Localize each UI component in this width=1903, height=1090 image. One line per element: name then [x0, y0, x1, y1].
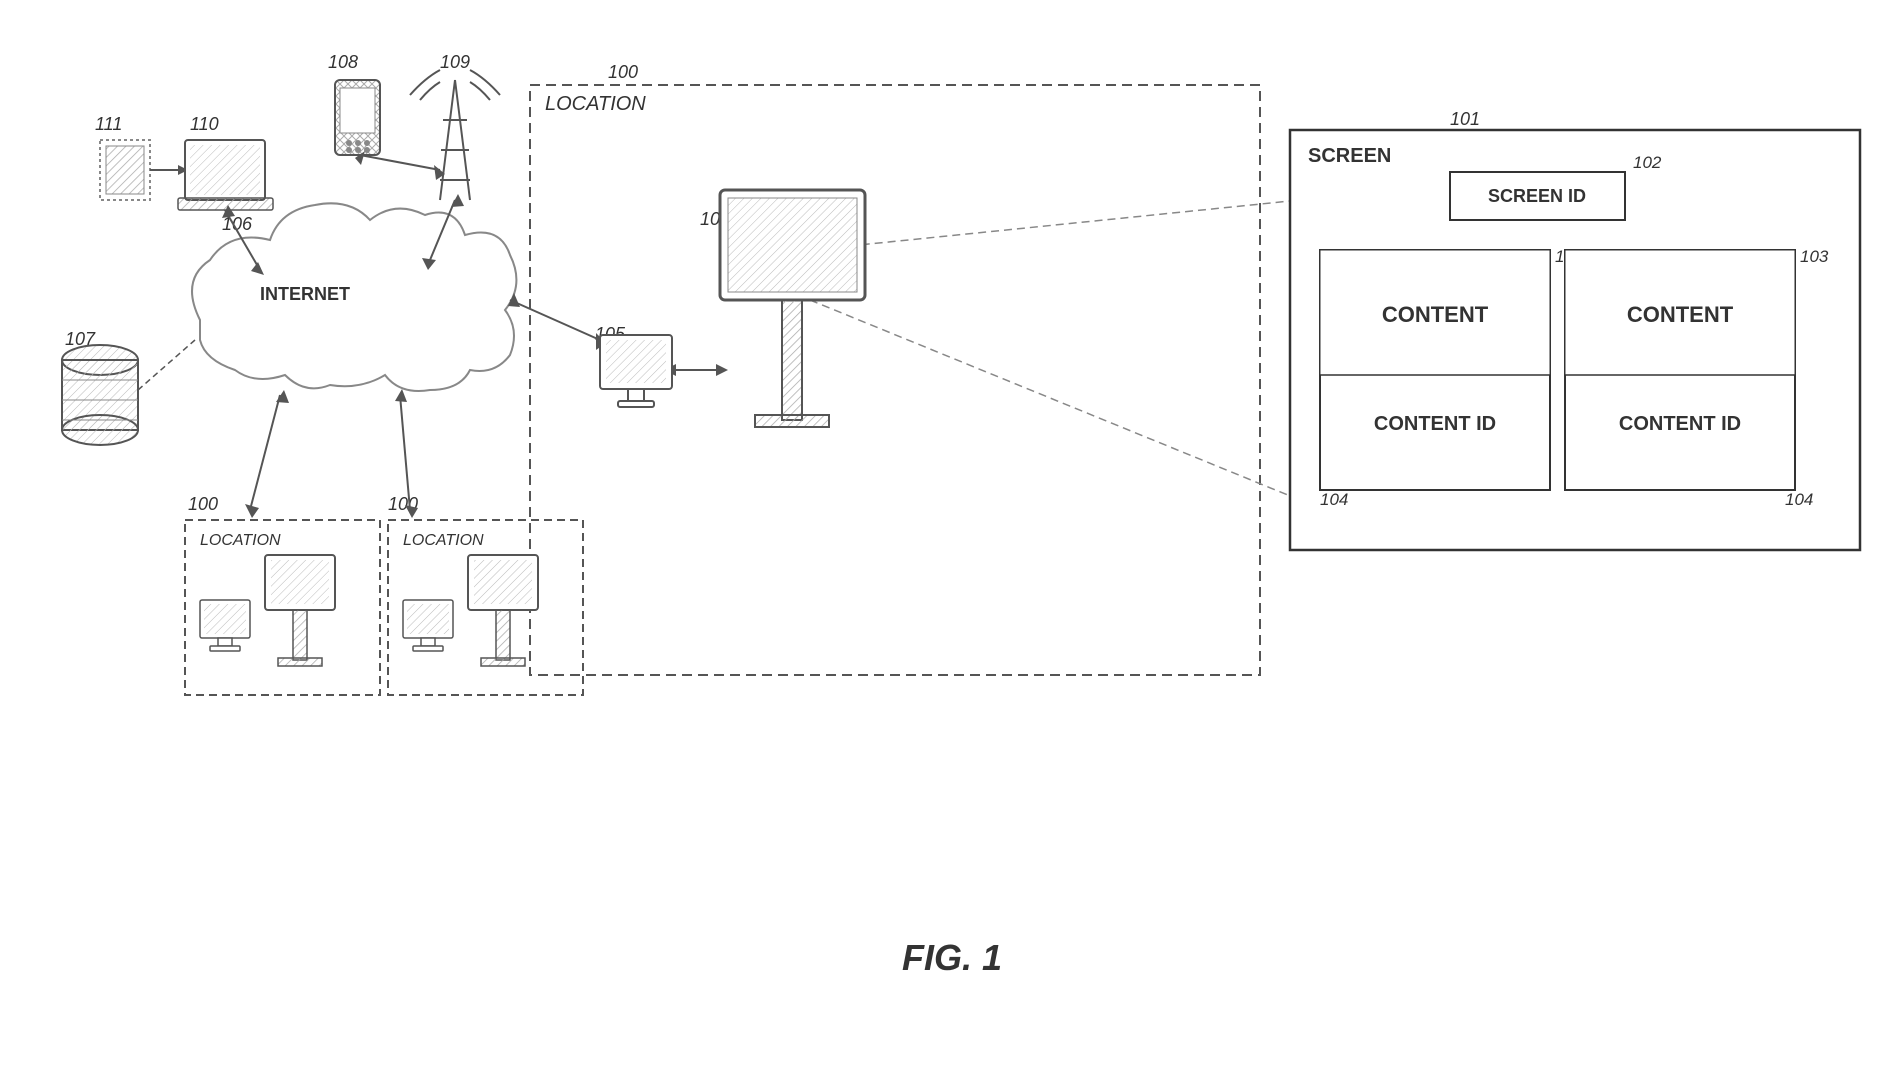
laptop-110 — [178, 140, 273, 210]
svg-text:CONTENT ID: CONTENT ID — [1374, 413, 1496, 435]
svg-text:104: 104 — [1785, 490, 1813, 509]
svg-text:110: 110 — [190, 114, 219, 134]
computer-br — [403, 600, 453, 651]
mobile-108 — [335, 80, 380, 155]
computer-bl — [200, 600, 250, 651]
database-107 — [62, 345, 138, 445]
svg-text:111: 111 — [95, 114, 122, 134]
svg-text:CONTENT: CONTENT — [1627, 302, 1734, 327]
svg-text:CONTENT: CONTENT — [1382, 302, 1489, 327]
svg-text:FIG. 1: FIG. 1 — [902, 937, 1002, 978]
billboard-br — [468, 555, 538, 666]
billboard-bl — [265, 555, 335, 666]
computer-105 — [600, 335, 672, 407]
svg-text:103: 103 — [1800, 247, 1829, 266]
device-111 — [100, 140, 188, 200]
svg-text:SCREEN ID: SCREEN ID — [1488, 186, 1586, 206]
svg-text:108: 108 — [328, 52, 358, 72]
billboard-101 — [720, 190, 865, 427]
tower-109 — [410, 70, 500, 200]
svg-text:SCREEN: SCREEN — [1308, 145, 1391, 167]
svg-text:100: 100 — [188, 494, 218, 514]
svg-text:102: 102 — [1633, 153, 1662, 172]
svg-text:LOCATION: LOCATION — [545, 93, 646, 115]
svg-text:101: 101 — [1450, 109, 1480, 129]
svg-text:CONTENT ID: CONTENT ID — [1619, 413, 1741, 435]
svg-text:INTERNET: INTERNET — [260, 284, 350, 304]
svg-text:LOCATION: LOCATION — [200, 532, 281, 549]
svg-text:109: 109 — [440, 52, 470, 72]
svg-text:100: 100 — [608, 62, 638, 82]
diagram-container: LOCATION INTERNET 108 109 100 110 111 10… — [0, 0, 1903, 1090]
svg-text:104: 104 — [1320, 490, 1348, 509]
svg-text:LOCATION: LOCATION — [403, 532, 484, 549]
